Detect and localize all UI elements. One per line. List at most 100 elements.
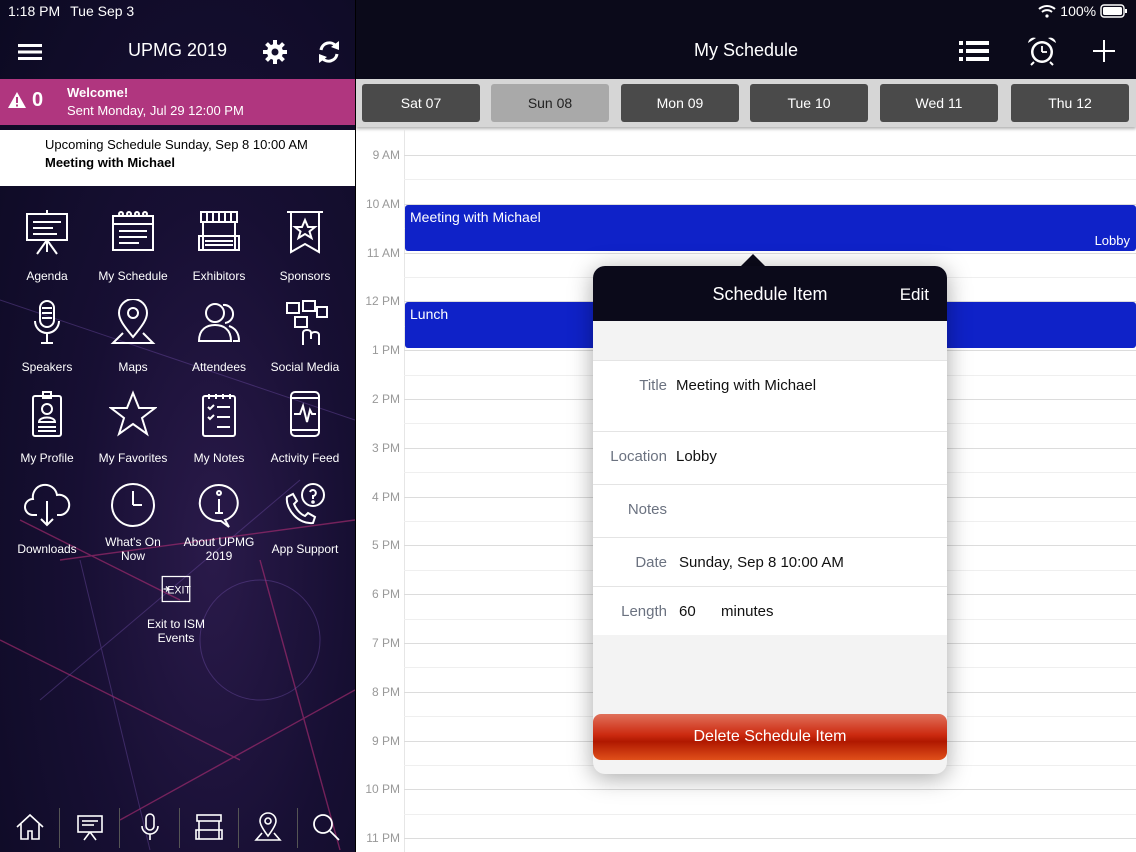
status-date: Tue Sep 3 (70, 3, 135, 19)
hour-label: 11 AM (366, 245, 400, 260)
calendar-event[interactable]: Meeting with Michael Lobby (405, 204, 1136, 251)
day-tab-wed[interactable]: Wed 11 (880, 84, 998, 122)
battery-percent: 100% (1060, 3, 1097, 19)
event-title: Lunch (410, 306, 449, 323)
hour-label: 1 PM (371, 343, 400, 358)
length-row[interactable]: Length 60 minutes (593, 586, 947, 635)
date-label: Date (635, 554, 667, 571)
tile-attendees[interactable]: Attendees (176, 291, 262, 379)
schedule-icon (112, 211, 154, 251)
day-tab-sun[interactable]: Sun 08 (491, 84, 609, 122)
delete-schedule-item-button[interactable]: Delete Schedule Item (593, 714, 947, 760)
tile-downloads[interactable]: Downloads (4, 473, 90, 561)
tile-my-schedule[interactable]: My Schedule (90, 200, 176, 288)
half-hour-gridline (404, 179, 1136, 181)
sidebar-panel: 1:18 PM Tue Sep 3 UPMG 2019 0 Welcome! Se… (0, 0, 355, 852)
day-tab-tue[interactable]: Tue 10 (750, 84, 868, 122)
tile-my-notes[interactable]: My Notes (176, 382, 262, 470)
alert-icon (8, 92, 26, 108)
tile-label: My Notes (193, 451, 245, 465)
hour-label: 6 PM (371, 587, 400, 602)
tile-label: My Favorites (98, 451, 168, 465)
hour-label: 7 PM (371, 636, 400, 650)
status-time: 1:18 PM (8, 3, 61, 19)
tile-label: App Support (271, 542, 339, 556)
add-icon[interactable] (1088, 36, 1120, 66)
popover-arrow (741, 254, 765, 266)
edit-button[interactable]: Edit (900, 285, 929, 305)
welcome-title: Welcome! (67, 85, 129, 100)
upcoming-schedule-banner[interactable]: Upcoming Schedule Sunday, Sep 8 10:00 AM… (0, 130, 355, 186)
tile-app-support[interactable]: App Support (262, 473, 348, 561)
schedule-item-popover: Schedule Item Edit Title Meeting with Mi… (593, 266, 947, 774)
social-media-icon (286, 300, 328, 345)
tile-label: Social Media (270, 360, 340, 374)
length-value[interactable]: 60 (679, 603, 696, 620)
tile-maps[interactable]: Maps (90, 291, 176, 379)
gear-icon[interactable] (261, 38, 289, 66)
popover-title: Schedule Item (712, 284, 828, 304)
tile-agenda[interactable]: Agenda (4, 200, 90, 288)
upcoming-schedule-title: Meeting with Michael (45, 155, 176, 170)
day-tab-thu[interactable]: Thu 12 (1011, 84, 1129, 122)
title-value: Meeting with Michael (676, 377, 817, 394)
event-location: Lobby (1094, 232, 1130, 248)
map-pin-icon (110, 299, 156, 344)
hour-label: 3 PM (371, 440, 400, 455)
exit-icon-text: EXIT (167, 584, 191, 596)
exhibitors-icon (198, 211, 240, 251)
tile-about-upmg[interactable]: About UPMG 2019 (176, 473, 262, 563)
hour-label: 8 PM (371, 684, 400, 699)
sponsors-icon (287, 211, 323, 254)
tile-my-profile[interactable]: My Profile (4, 382, 90, 470)
upcoming-schedule-time: Upcoming Schedule Sunday, Sep 8 10:00 AM (45, 137, 308, 152)
search-icon (312, 814, 340, 841)
list-view-icon[interactable] (958, 36, 990, 66)
day-tab-sat[interactable]: Sat 07 (362, 84, 480, 122)
notes-row[interactable]: Notes (593, 484, 947, 537)
schedule-header: 100% My Schedule (356, 0, 1136, 79)
exhibitors-icon (194, 814, 223, 840)
alert-count: 0 (32, 89, 44, 111)
refresh-icon[interactable] (315, 38, 343, 66)
tab-agenda[interactable] (60, 806, 119, 852)
hour-label: 10 AM (365, 196, 400, 211)
hour-label: 9 PM (371, 733, 400, 748)
status-bar-left: 1:18 PM Tue Sep 3 (8, 0, 134, 22)
date-value: Sunday, Sep 8 10:00 AM (679, 554, 844, 571)
tile-speakers[interactable]: Speakers (4, 291, 90, 379)
tab-exhibitors[interactable] (179, 806, 238, 852)
hour-label: 9 AM (372, 148, 400, 162)
location-row[interactable]: Location Lobby (593, 431, 947, 484)
tab-maps[interactable] (238, 806, 297, 852)
tile-sponsors[interactable]: Sponsors (262, 200, 348, 288)
tile-label: About UPMG 2019 (183, 535, 255, 563)
tile-exit-to-ism-events[interactable]: EXIT Exit to ISM Events (133, 572, 219, 660)
tile-exhibitors[interactable]: Exhibitors (176, 200, 262, 288)
tile-whats-on-now[interactable]: What's On Now (90, 473, 176, 563)
sidebar-title: UPMG 2019 (127, 40, 228, 60)
tile-activity-feed[interactable]: Activity Feed (262, 382, 348, 470)
tile-label: Downloads (17, 542, 77, 556)
wifi-icon (1038, 5, 1057, 18)
tile-my-favorites[interactable]: My Favorites (90, 382, 176, 470)
hour-label: 11 PM (366, 831, 400, 846)
home-icon (15, 813, 44, 840)
date-row[interactable]: Date Sunday, Sep 8 10:00 AM (593, 537, 947, 586)
tab-speakers[interactable] (120, 806, 179, 852)
tile-social-media[interactable]: Social Media (262, 291, 348, 379)
agenda-icon (26, 210, 68, 255)
welcome-notification[interactable]: 0 Welcome! Sent Monday, Jul 29 12:00 PM (0, 79, 355, 125)
battery-icon (1100, 4, 1127, 18)
tile-label: Activity Feed (270, 451, 340, 465)
day-tab-mon[interactable]: Mon 09 (621, 84, 739, 122)
tab-search[interactable] (296, 806, 355, 852)
microphone-icon (140, 813, 159, 840)
tab-home[interactable] (0, 806, 59, 852)
popover-header: Schedule Item Edit (593, 266, 947, 321)
exit-icon: EXIT (161, 575, 191, 603)
event-title: Meeting with Michael (410, 208, 541, 225)
alarm-clock-icon[interactable] (1026, 36, 1058, 66)
cloud-download-icon (24, 483, 71, 527)
title-row[interactable]: Title Meeting with Michael (593, 360, 947, 431)
